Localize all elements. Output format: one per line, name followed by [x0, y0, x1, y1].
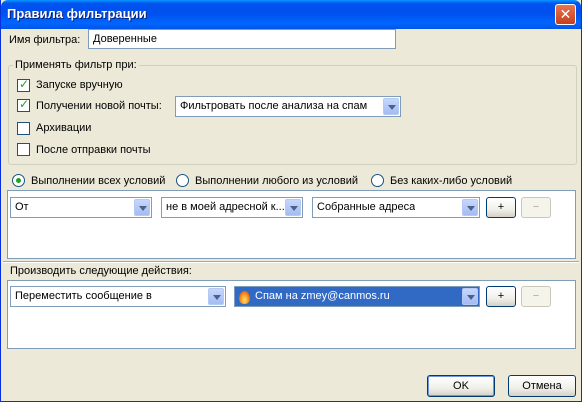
- after-send-checkbox[interactable]: [17, 143, 30, 156]
- chevron-down-icon: [462, 199, 478, 216]
- action-target-select[interactable]: Спам на zmey@canmos.ru: [234, 286, 480, 307]
- plus-icon: +: [497, 201, 505, 213]
- remove-action-button[interactable]: −: [521, 286, 551, 307]
- condition-operator-select[interactable]: не в моей адресной к...: [161, 197, 303, 218]
- archive-checkbox[interactable]: [17, 122, 30, 135]
- receive-mode-select[interactable]: Фильтровать после анализа на спам: [175, 96, 401, 117]
- condition-field-value: От: [15, 201, 29, 213]
- cancel-label: Отмена: [522, 380, 562, 392]
- filter-name-input[interactable]: Доверенные: [88, 29, 396, 49]
- after-send-label: После отправки почты: [36, 144, 151, 156]
- plus-icon: +: [497, 290, 505, 302]
- chevron-down-icon: [134, 199, 150, 216]
- title-bar[interactable]: Правила фильтрации ✕: [1, 0, 581, 29]
- no-conditions-label: Без каких-либо условий: [390, 175, 513, 187]
- apply-filter-group-title: Применять фильтр при:: [13, 59, 139, 71]
- divider: [3, 261, 579, 263]
- all-conditions-radio[interactable]: [12, 174, 25, 187]
- all-conditions-label: Выполнении всех условий: [31, 175, 166, 187]
- chevron-down-icon: [383, 98, 399, 115]
- remove-condition-button[interactable]: −: [521, 197, 551, 218]
- add-condition-button[interactable]: +: [486, 197, 516, 218]
- window-title: Правила фильтрации: [7, 6, 147, 21]
- any-condition-radio[interactable]: [176, 174, 189, 187]
- chevron-down-icon: [285, 199, 301, 216]
- flame-icon: [239, 291, 250, 304]
- minus-icon: −: [532, 290, 540, 302]
- minus-icon: −: [532, 201, 540, 213]
- actions-title: Производить следующие действия:: [10, 265, 192, 277]
- any-condition-label: Выполнении любого из условий: [195, 175, 359, 187]
- archive-label: Архивации: [36, 122, 92, 134]
- condition-value-value: Собранные адреса: [317, 201, 416, 213]
- manual-run-label: Запуске вручную: [36, 79, 123, 91]
- action-target-value: Спам на zmey@canmos.ru: [255, 290, 390, 302]
- cancel-button[interactable]: Отмена: [508, 375, 576, 397]
- filter-rules-dialog: Правила фильтрации ✕ Имя фильтра: Довере…: [0, 0, 582, 402]
- action-value: Переместить сообщение в: [15, 290, 152, 302]
- ok-label: OK: [453, 380, 469, 392]
- close-button[interactable]: ✕: [555, 4, 576, 25]
- no-conditions-radio[interactable]: [371, 174, 384, 187]
- new-mail-label: Получении новой почты:: [36, 100, 162, 112]
- manual-run-checkbox[interactable]: [17, 77, 30, 92]
- ok-button[interactable]: OK: [427, 375, 495, 397]
- chevron-down-icon: [462, 288, 478, 305]
- chevron-down-icon: [208, 288, 224, 305]
- condition-field-select[interactable]: От: [10, 197, 152, 218]
- close-icon: ✕: [559, 6, 572, 22]
- condition-operator-value: не в моей адресной к...: [166, 201, 285, 213]
- action-select[interactable]: Переместить сообщение в: [10, 286, 226, 307]
- filter-name-label: Имя фильтра:: [9, 34, 81, 46]
- new-mail-checkbox[interactable]: [17, 97, 30, 112]
- condition-value-select[interactable]: Собранные адреса: [312, 197, 480, 218]
- add-action-button[interactable]: +: [486, 286, 516, 307]
- receive-mode-value: Фильтровать после анализа на спам: [180, 100, 368, 112]
